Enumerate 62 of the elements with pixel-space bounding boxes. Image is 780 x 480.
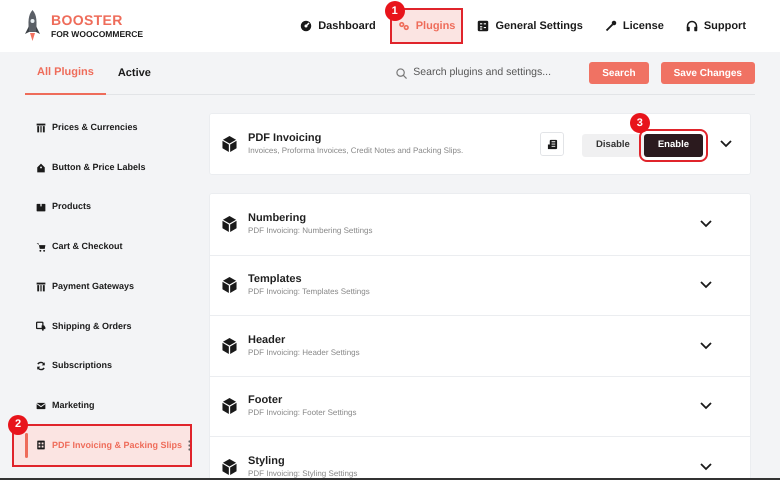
tab[interactable]: Active bbox=[106, 52, 163, 94]
nav-link[interactable]: Dashboard bbox=[294, 10, 382, 42]
panel-icon bbox=[477, 20, 490, 32]
callout-badge: 2 bbox=[8, 414, 28, 434]
tag-icon bbox=[36, 162, 46, 173]
section-title: Header bbox=[248, 334, 286, 348]
nav-link[interactable]: Support bbox=[680, 10, 752, 42]
callout-badge: 3 bbox=[630, 113, 650, 134]
section-subtitle: PDF Invoicing: Templates Settings bbox=[248, 287, 371, 298]
sync-icon bbox=[36, 360, 46, 371]
chevron-down-icon[interactable] bbox=[700, 281, 712, 290]
nav-link[interactable]: General Settings bbox=[471, 10, 589, 42]
cube-icon bbox=[222, 216, 237, 232]
plugin-title: PDF Invoicing bbox=[248, 132, 322, 146]
box-icon bbox=[36, 202, 46, 212]
cube-icon bbox=[222, 398, 237, 414]
building-icon bbox=[36, 282, 46, 292]
chevron-down-icon[interactable] bbox=[700, 462, 712, 471]
brand-tagline: FOR WOOCOMMERCE bbox=[51, 30, 144, 39]
gears-icon bbox=[398, 20, 410, 32]
cart-icon bbox=[36, 242, 46, 252]
sidebar-item[interactable]: Button & Price Labels bbox=[14, 148, 190, 188]
cube-icon bbox=[222, 458, 237, 475]
plugin-description: Invoices, Proforma Invoices, Credit Notes and Packing Slips. bbox=[248, 146, 464, 156]
documentation-button[interactable] bbox=[540, 132, 564, 156]
sidebar-item[interactable]: Payment Gateways bbox=[14, 266, 190, 306]
chevron-down-icon[interactable] bbox=[700, 342, 712, 350]
section-subtitle: PDF Invoicing: Numbering Settings bbox=[248, 226, 374, 236]
chevron-down-icon[interactable] bbox=[700, 402, 712, 410]
section-title: Numbering bbox=[248, 212, 308, 226]
building-icon bbox=[36, 122, 46, 133]
sidebar-item[interactable]: Cart & Checkout bbox=[14, 227, 190, 267]
section-title: Footer bbox=[248, 394, 284, 408]
sidebar-item[interactable]: Prices & Currencies bbox=[14, 108, 190, 148]
sidebar-item[interactable]: Products bbox=[14, 187, 190, 228]
disable-button[interactable]: Disable bbox=[582, 134, 644, 157]
chevron-down-icon[interactable] bbox=[720, 140, 732, 148]
section-subtitle: PDF Invoicing: Header Settings bbox=[248, 348, 361, 358]
document-icon bbox=[546, 138, 558, 150]
cube-icon bbox=[222, 338, 237, 354]
gauge-icon bbox=[300, 20, 312, 32]
section-subtitle: PDF Invoicing: Styling Settings bbox=[248, 468, 358, 479]
cube-icon bbox=[222, 136, 237, 152]
headset-icon bbox=[686, 20, 698, 32]
section-title: Styling bbox=[248, 454, 286, 469]
enable-button[interactable]: Enable bbox=[644, 134, 703, 157]
section-subtitle: PDF Invoicing: Footer Settings bbox=[248, 408, 358, 418]
document-icon bbox=[36, 440, 46, 450]
callout-badge: 1 bbox=[384, 1, 405, 21]
search-icon bbox=[396, 68, 408, 78]
brand-name: BOOSTER bbox=[51, 13, 124, 28]
key-icon bbox=[604, 20, 617, 32]
rocket-icon bbox=[25, 10, 40, 42]
kebab-menu-icon[interactable] bbox=[188, 440, 192, 451]
chevron-down-icon[interactable] bbox=[700, 220, 712, 228]
mail-icon bbox=[36, 400, 46, 411]
nav-link[interactable]: License bbox=[598, 10, 670, 42]
sidebar-item[interactable]: Subscriptions bbox=[14, 346, 190, 386]
sidebar-item[interactable]: Shipping & Orders bbox=[14, 306, 190, 346]
section-title: Templates bbox=[248, 273, 303, 288]
search-field[interactable]: Search plugins and settings... bbox=[396, 65, 566, 81]
cube-icon bbox=[222, 277, 237, 294]
